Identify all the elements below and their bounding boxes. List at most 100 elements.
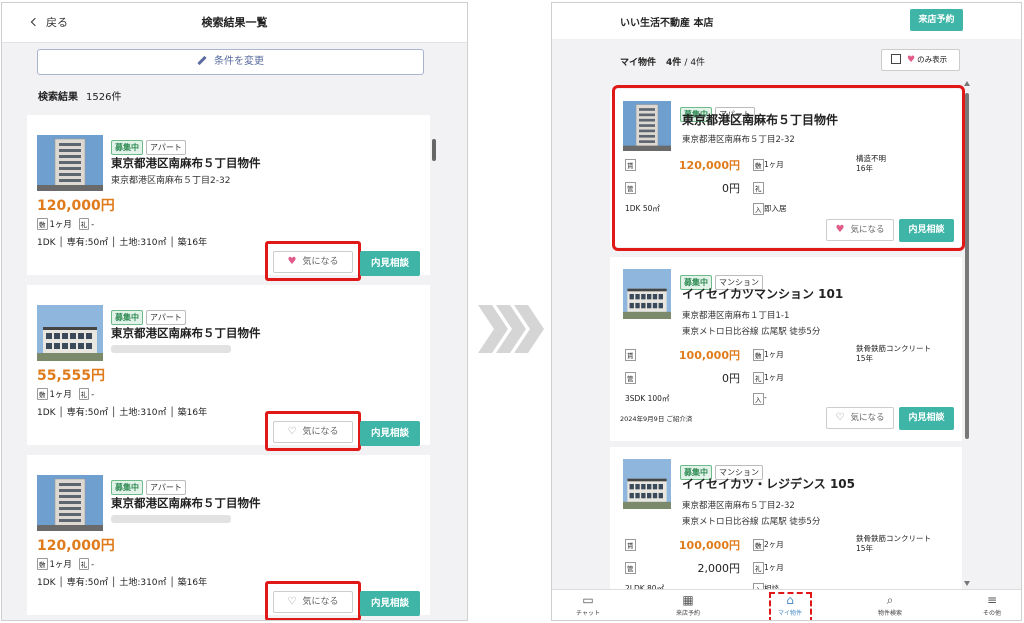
nav-label: その他	[982, 610, 1001, 617]
type-badge: アパート	[146, 480, 186, 495]
deposit-value: 2ヶ月	[764, 540, 784, 549]
result-label: 検索結果	[38, 92, 78, 103]
blurred-address	[111, 515, 231, 523]
blurred-address	[111, 345, 231, 353]
nav-item-chat[interactable]: ▭ チャット	[558, 592, 618, 617]
property-name: 東京都港区南麻布５丁目物件	[111, 496, 261, 510]
scroll-up-icon[interactable]	[964, 81, 970, 86]
visit-reservation-button[interactable]: 来店予約	[910, 9, 963, 31]
my-property-card[interactable]: 募集中 マンション イイセイカツ・レジデンス 105 東京都港区南麻布５丁目2-3…	[610, 447, 962, 595]
type-badge: アパート	[146, 140, 186, 155]
deposit-chip: 敷	[37, 218, 48, 230]
property-address: 東京都港区南麻布１丁目1-1	[682, 311, 790, 321]
nearest-station: 東京メトロ日比谷線 広尾駅 徒歩5分	[682, 517, 821, 527]
key-money-chip: 礼	[753, 372, 764, 384]
property-photo	[37, 135, 103, 191]
favorites-only-label: のみ表示	[917, 55, 948, 64]
tag-group: 募集中 アパート	[111, 135, 189, 155]
tag-group: 募集中 アパート	[111, 475, 189, 495]
search-icon: ⌕	[886, 593, 894, 607]
chat-icon: ▭	[582, 593, 594, 607]
scrollbar[interactable]	[965, 93, 969, 439]
nav-label: チャット	[576, 610, 600, 617]
building-age: 15年	[856, 354, 874, 363]
property-photo	[623, 269, 671, 319]
deposit-chip: 敷	[753, 539, 764, 551]
favorites-only-toggle[interactable]: ♥ のみ表示	[881, 49, 960, 71]
highlight-frame	[265, 411, 361, 451]
highlight-frame	[612, 85, 965, 251]
my-property-count-value: 4件	[666, 58, 682, 68]
status-badge: 募集中	[111, 480, 143, 495]
viewing-request-button[interactable]: 内見相談	[360, 421, 420, 446]
shop-name: いい生活不動産 本店	[620, 18, 714, 29]
viewing-request-button[interactable]: 内見相談	[899, 407, 954, 430]
key-money-chip: 礼	[78, 218, 90, 230]
property-address: 東京都港区南麻布５丁目2-32	[111, 176, 231, 186]
deposit-chip: 敷	[37, 388, 48, 400]
layout-area: 3SDK 100㎡	[625, 394, 670, 403]
key-money-chip: 礼	[753, 562, 764, 574]
nav-label: 来店予約	[675, 610, 700, 617]
nav-item-menu[interactable]: ≡ その他	[962, 592, 1021, 617]
nav-label: 物件検索	[877, 610, 902, 617]
favorite-label: 気になる	[850, 413, 885, 423]
pencil-icon	[197, 55, 207, 66]
favorite-button[interactable]: ♡ 気になる	[826, 407, 894, 429]
transition-arrows-icon	[478, 305, 544, 353]
my-property-screen: いい生活不動産 本店 来店予約 マイ物件 4件 / 4件 ♥ のみ表示 募集中 アパー…	[551, 2, 1022, 621]
rent-price: 100,000円	[678, 539, 740, 552]
nav-item-calendar[interactable]: ▦ 来店予約	[658, 592, 718, 617]
key-money-chip: 礼	[78, 388, 90, 400]
my-property-label: マイ物件	[620, 58, 657, 68]
building-age: 15年	[856, 544, 874, 553]
key-money-value: -	[91, 390, 95, 400]
property-card[interactable]: 募集中 アパート 東京都港区南麻布５丁目物件 東京都港区南麻布５丁目2-32 12…	[27, 115, 430, 281]
deposit-value: 1ヶ月	[49, 390, 72, 400]
management-fee: 0円	[722, 372, 740, 385]
property-name: イイセイカツ・レジデンス 105	[682, 477, 855, 491]
my-property-card[interactable]: 募集中 マンション イイセイカツマンション 101 東京都港区南麻布１丁目1-1 …	[610, 257, 962, 441]
fees: 敷 1ヶ月 礼-	[37, 388, 94, 400]
calendar-icon: ▦	[682, 593, 694, 607]
scroll-down-icon[interactable]	[964, 581, 970, 586]
property-photo	[37, 475, 103, 531]
my-property-total: / 4件	[684, 58, 706, 68]
change-conditions-button[interactable]: 条件を変更	[37, 49, 424, 75]
change-conditions-label: 条件を変更	[214, 56, 264, 67]
status-badge: 募集中	[111, 310, 143, 325]
deposit-chip: 敷	[753, 349, 764, 361]
result-count-value: 1526件	[86, 92, 122, 103]
checkbox[interactable]	[891, 54, 901, 64]
property-card[interactable]: 募集中 アパート 東京都港区南麻布５丁目物件 120,000円 敷 1ヶ月 礼- 1…	[27, 455, 430, 620]
nav-item-search[interactable]: ⌕ 物件検索	[860, 592, 920, 617]
move-in-value: -	[764, 393, 767, 402]
fees: 敷 1ヶ月 礼-	[37, 558, 94, 570]
highlight-frame	[769, 592, 812, 620]
management-fee-chip: 管	[625, 562, 636, 574]
viewing-request-button[interactable]: 内見相談	[360, 251, 420, 276]
property-card[interactable]: 募集中 アパート 東京都港区南麻布５丁目物件 55,555円 敷 1ヶ月 礼- 1D…	[27, 285, 430, 451]
property-photo	[623, 459, 671, 509]
menu-icon: ≡	[986, 593, 998, 607]
property-name: イイセイカツマンション 101	[682, 287, 844, 301]
key-money-value: -	[91, 560, 95, 570]
type-badge: アパート	[146, 310, 186, 325]
highlight-frame	[265, 241, 361, 281]
rent-chip: 賃	[625, 349, 636, 361]
heart-icon: ♥	[907, 55, 916, 65]
highlight-frame	[265, 581, 361, 620]
result-count: 検索結果 1526件	[38, 88, 121, 103]
viewing-request-button[interactable]: 内見相談	[360, 591, 420, 616]
key-money-value: -	[91, 220, 95, 230]
search-results-screen: 戻る 検索結果一覧 条件を変更 検索結果 1526件 募集中 アパート 東京都港区南…	[1, 2, 468, 621]
rent-price: 120,000円	[37, 198, 115, 214]
heart-outline-icon: ♡	[835, 412, 845, 423]
scrollbar[interactable]	[432, 139, 436, 161]
management-fee: 2,000円	[697, 562, 741, 575]
rent-price: 100,000円	[678, 349, 740, 362]
move-in-chip: 入	[753, 393, 764, 405]
tag-group: 募集中 アパート	[111, 305, 189, 325]
deposit-value: 1ヶ月	[49, 560, 72, 570]
nearest-station: 東京メトロ日比谷線 広尾駅 徒歩5分	[682, 327, 821, 337]
